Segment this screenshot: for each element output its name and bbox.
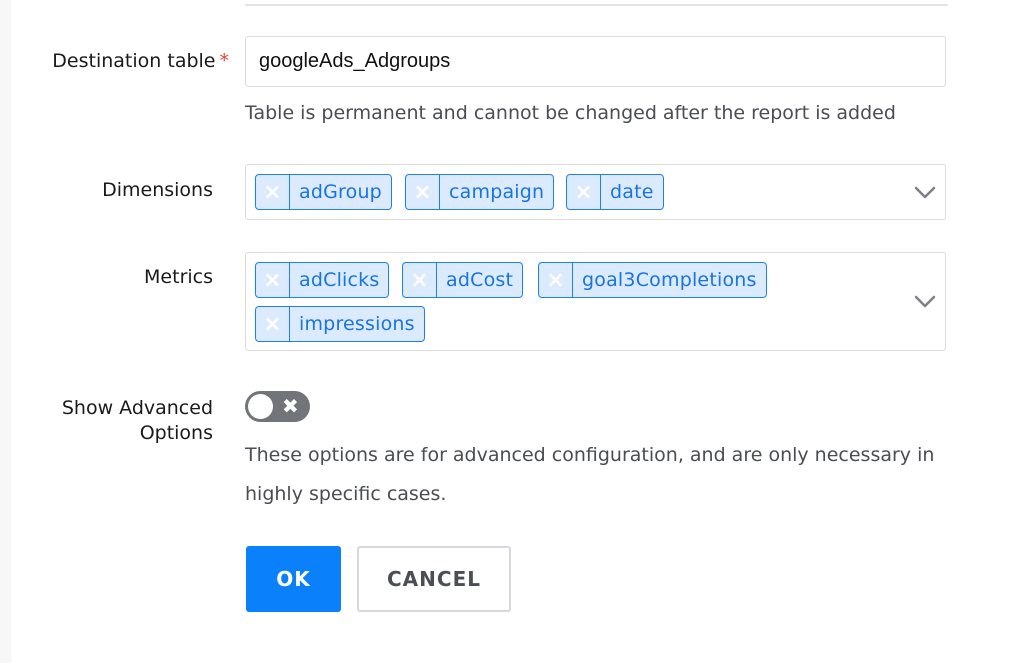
tag-label: impressions xyxy=(299,313,415,335)
tag-label: date xyxy=(610,181,654,203)
tag-label: adCost xyxy=(446,269,514,291)
tag-goal3completions: × goal3Completions xyxy=(538,262,767,298)
metrics-select[interactable]: × adClicks × adCost × goal3Completions ×… xyxy=(245,252,946,351)
show-advanced-options-label: Show Advanced Options xyxy=(62,396,213,446)
tag-label: goal3Completions xyxy=(582,269,757,291)
chevron-down-icon[interactable] xyxy=(914,295,936,309)
advanced-label-line: Show Advanced xyxy=(61,397,213,419)
tag-adcost: × adCost xyxy=(402,262,524,298)
advanced-label-line: Options xyxy=(139,422,213,444)
toggle-knob xyxy=(248,394,273,419)
remove-tag-icon[interactable]: × xyxy=(256,175,290,209)
tag-campaign: × campaign xyxy=(405,174,555,210)
advanced-hint-line: These options are for advanced configura… xyxy=(245,444,935,466)
tag-label: adGroup xyxy=(299,181,382,203)
metrics-label: Metrics xyxy=(144,266,213,288)
remove-tag-icon[interactable]: × xyxy=(256,263,290,297)
tag-adclicks: × adClicks xyxy=(255,262,390,298)
ok-button[interactable]: OK xyxy=(246,546,341,612)
tag-date: × date xyxy=(566,174,664,210)
destination-table-label-text: Destination table xyxy=(52,50,216,72)
tag-impressions: × impressions xyxy=(255,306,425,342)
dimensions-label: Dimensions xyxy=(102,179,213,201)
destination-table-value: googleAds_Adgroups xyxy=(259,50,451,72)
remove-tag-icon[interactable]: × xyxy=(567,175,601,209)
remove-tag-icon[interactable]: × xyxy=(406,175,440,209)
destination-table-input[interactable]: googleAds_Adgroups xyxy=(245,36,946,87)
section-divider xyxy=(245,0,948,6)
chevron-down-icon[interactable] xyxy=(914,186,936,200)
destination-table-hint: Table is permanent and cannot be changed… xyxy=(245,102,896,124)
remove-tag-icon[interactable]: × xyxy=(539,263,573,297)
advanced-options-hint: These options are for advanced configura… xyxy=(245,436,934,514)
toggle-off-icon: ✖ xyxy=(282,394,299,418)
required-asterisk: * xyxy=(219,50,230,72)
tag-label: adClicks xyxy=(299,269,380,291)
destination-table-label: Destination table * xyxy=(52,49,229,74)
remove-tag-icon[interactable]: × xyxy=(256,307,290,341)
advanced-options-toggle[interactable]: ✖ xyxy=(245,391,310,422)
tag-label: campaign xyxy=(449,181,545,203)
advanced-hint-line: highly specific cases. xyxy=(245,483,447,505)
remove-tag-icon[interactable]: × xyxy=(403,263,437,297)
tag-adgroup: × adGroup xyxy=(255,174,392,210)
dimensions-select[interactable]: × adGroup × campaign × date xyxy=(245,164,946,220)
left-panel-edge xyxy=(0,0,11,663)
cancel-button[interactable]: CANCEL xyxy=(357,546,511,612)
